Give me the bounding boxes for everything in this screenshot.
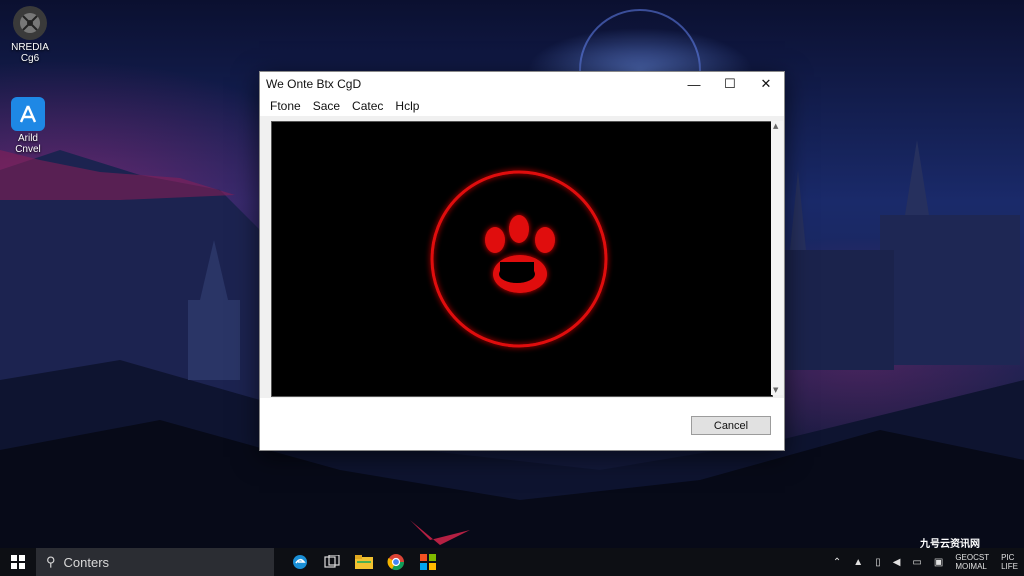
cancel-button[interactable]: Cancel — [691, 416, 771, 435]
search-icon: ⚲ — [46, 554, 56, 569]
minimize-button[interactable]: — — [676, 72, 712, 96]
start-button[interactable] — [0, 548, 36, 576]
keyboard-icon[interactable]: ▭ — [906, 557, 927, 568]
maximize-button[interactable]: ☐ — [712, 72, 748, 96]
menu-item-sace[interactable]: Sace — [307, 99, 346, 113]
tray-extra-line-2: LIFE — [1001, 562, 1018, 571]
title-bar[interactable]: We Onte Btx CgD — ☐ ✕ — [260, 72, 784, 96]
paw-logo-icon — [430, 170, 608, 348]
tray-extra-line-1: PIC — [1001, 553, 1015, 562]
chrome-icon[interactable] — [380, 548, 412, 576]
window-title: We Onte Btx CgD — [266, 77, 362, 91]
desktop-icon-nredia[interactable]: NREDIA Cg6 — [2, 6, 58, 64]
scroll-down-arrow-icon[interactable]: ▼ — [773, 386, 778, 394]
desktop-icon-label: Arild — [17, 133, 38, 144]
menu-item-ftone[interactable]: Ftone — [264, 99, 307, 113]
windows-logo-icon — [11, 555, 25, 569]
menu-bar: Ftone Sace Catec Hclp — [260, 96, 784, 116]
system-tray: ⌃ ▲ ▯ ◀ ▭ ▣ GEOCST MOIMAL PIC LIFE — [827, 548, 1024, 576]
taskbar-search-box[interactable]: ⚲ Conters — [36, 548, 274, 576]
tray-clock[interactable]: GEOCST MOIMAL — [949, 553, 995, 571]
desktop-icon-sublabel: Cg6 — [20, 53, 40, 64]
close-button[interactable]: ✕ — [748, 72, 784, 96]
tray-extra: PIC LIFE — [995, 553, 1024, 571]
task-view-icon[interactable] — [316, 548, 348, 576]
menu-item-hclp[interactable]: Hclp — [389, 99, 425, 113]
app-store-icon — [11, 97, 45, 131]
clock-line-2: MOIMAL — [955, 562, 987, 571]
taskbar: ⚲ Conters ⌃ ▲ ▯ ◀ ▭ ▣ GEOCST MOIMAL PIC — [0, 548, 1024, 576]
store-app-icon[interactable] — [412, 548, 444, 576]
desktop-icon-arild[interactable]: Arild Cnvel — [0, 97, 56, 155]
vertical-scrollbar[interactable]: ▲ ▼ — [771, 121, 783, 395]
scroll-up-arrow-icon[interactable]: ▲ — [773, 122, 778, 130]
notification-icon[interactable]: ▣ — [928, 557, 949, 568]
desktop-icon-sublabel: Cnvel — [15, 144, 41, 155]
watermark-text: 九号云资讯网 — [920, 539, 980, 550]
clock-line-1: GEOCST — [955, 553, 990, 562]
volume-icon[interactable]: ◀ — [887, 557, 907, 568]
search-text: Conters — [63, 554, 110, 570]
menu-item-catec[interactable]: Catec — [346, 99, 389, 113]
taskbar-apps — [284, 548, 444, 576]
dialog-window: We Onte Btx CgD — ☐ ✕ Ftone Sace Catec H… — [259, 71, 785, 451]
file-explorer-icon[interactable] — [348, 548, 380, 576]
battery-icon[interactable]: ▯ — [869, 557, 887, 568]
desktop-icon-label: NREDIA — [11, 42, 49, 53]
disc-icon — [13, 6, 47, 40]
edge-icon[interactable] — [284, 548, 316, 576]
network-icon[interactable]: ▲ — [847, 557, 869, 568]
preview-canvas — [271, 121, 773, 397]
tray-chevron-icon[interactable]: ⌃ — [827, 557, 847, 568]
